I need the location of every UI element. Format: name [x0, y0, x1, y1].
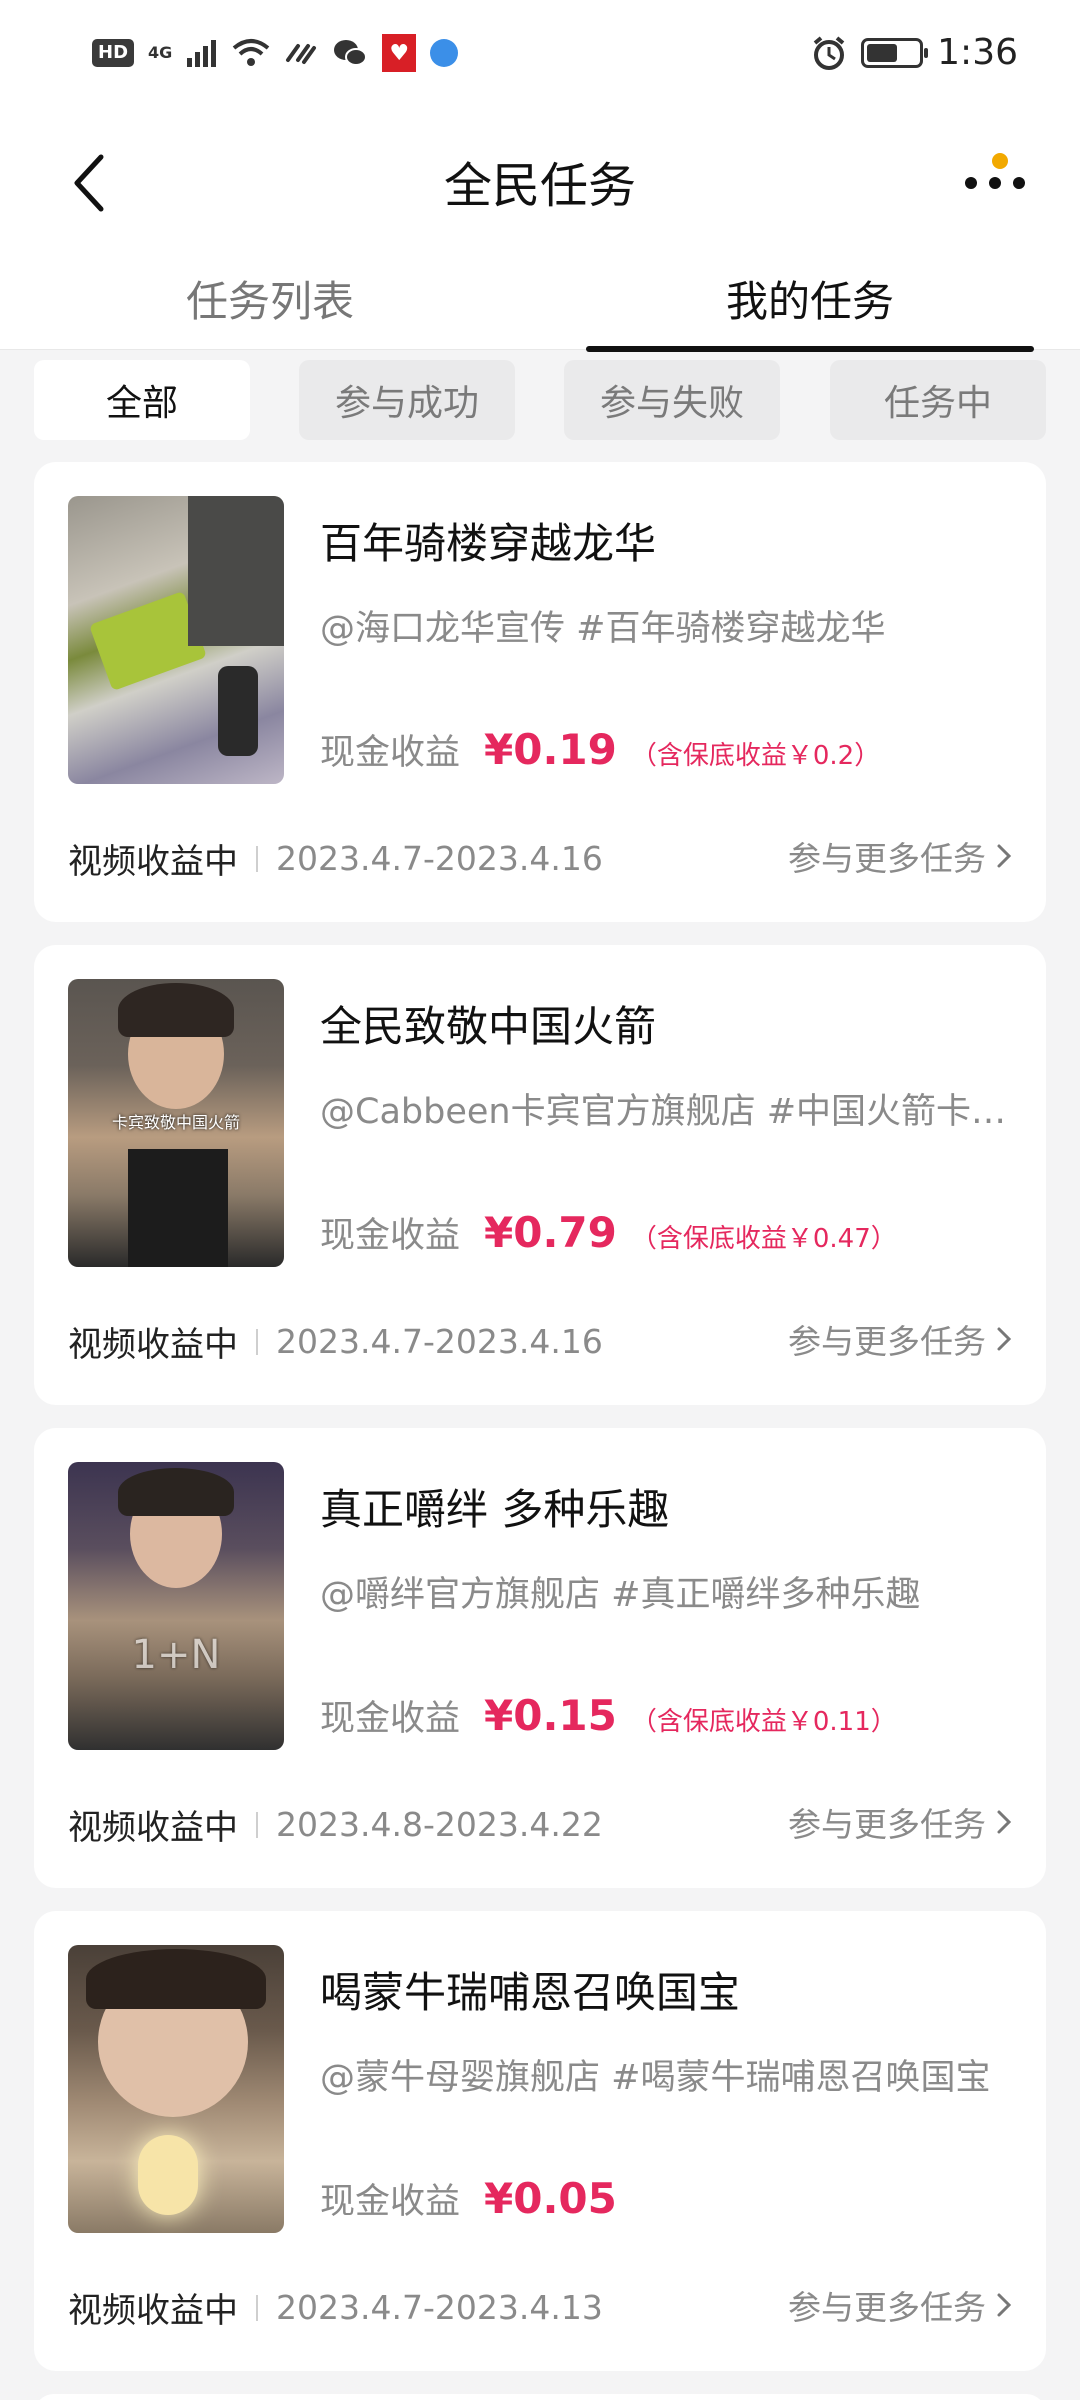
alarm-icon [813, 35, 845, 70]
status-bar: HD 4G ♥ 1:36 [0, 0, 1080, 110]
task-status: 视频收益中 [68, 1808, 238, 1848]
task-thumbnail[interactable] [68, 1945, 284, 2233]
more-options-button[interactable] [940, 148, 1050, 218]
more-tasks-link[interactable]: 参与更多任务 [788, 832, 1012, 880]
task-card[interactable]: 1+N 真正嚼绊 多种乐趣 @嚼绊官方旗舰店 #真正嚼绊多种乐趣 现金收益 ¥0… [34, 1428, 1046, 1888]
earnings-value: ¥0.15 [484, 1691, 617, 1740]
task-date-range: 2023.4.7-2023.4.16 [276, 839, 603, 878]
status-icons-left: HD 4G ♥ [92, 34, 459, 72]
chevron-right-icon [997, 1810, 1012, 1834]
signal-icon [187, 40, 217, 67]
app-notification-icon: ♥ [382, 34, 417, 72]
earnings-row: 现金收益 ¥0.05 [320, 2173, 631, 2224]
more-tasks-label: 参与更多任务 [788, 839, 986, 878]
task-thumbnail[interactable]: 卡宾致敬中国火箭 [68, 979, 284, 1267]
battery-level [867, 43, 898, 62]
task-title: 喝蒙牛瑞哺恩召唤国宝 [320, 1968, 741, 2017]
earnings-note: （含保底收益￥0.47） [630, 1224, 897, 1254]
task-status: 视频收益中 [68, 2291, 238, 2331]
task-date-range: 2023.4.8-2023.4.22 [276, 1805, 603, 1844]
browser-icon [430, 39, 459, 67]
battery-icon [861, 37, 929, 68]
divider [256, 1811, 258, 1838]
earnings-label: 现金收益 [320, 1216, 461, 1256]
task-card[interactable]: 百年骑楼穿越龙华 @海口龙华宣传 #百年骑楼穿越龙华 现金收益 ¥0.19 （含… [34, 462, 1046, 922]
page-title: 全民任务 [443, 158, 636, 214]
more-tasks-link[interactable]: 参与更多任务 [788, 1315, 1012, 1363]
clock: 1:36 [937, 32, 1018, 73]
filter-chips: 全部 参与成功 参与失败 任务中 [34, 360, 1046, 440]
earnings-label: 现金收益 [320, 1699, 461, 1739]
notification-dot [992, 153, 1008, 169]
link-icon [286, 44, 317, 64]
divider [256, 2294, 258, 2321]
earnings-note: （含保底收益￥0.11） [630, 1707, 897, 1737]
more-tasks-link[interactable]: 参与更多任务 [788, 2281, 1012, 2329]
earnings-label: 现金收益 [320, 733, 461, 773]
chevron-right-icon [997, 2293, 1012, 2317]
more-tasks-label: 参与更多任务 [788, 2288, 986, 2327]
task-card[interactable]: 喝蒙牛瑞哺恩召唤国宝 @蒙牛母婴旗舰店 #喝蒙牛瑞哺恩召唤国宝 现金收益 ¥0.… [34, 1911, 1046, 2371]
task-card-partial [34, 2394, 1046, 2400]
task-description: @Cabbeen卡宾官方旗舰店 #中国火箭卡宾致敬中国火箭 [320, 1092, 1020, 1132]
divider [256, 1328, 258, 1355]
task-description: @海口龙华宣传 #百年骑楼穿越龙华 [320, 609, 886, 649]
thumbnail-caption: 1+N [131, 1632, 221, 1678]
chevron-right-icon [997, 1327, 1012, 1351]
earnings-value: ¥0.05 [484, 2174, 617, 2223]
task-status: 视频收益中 [68, 842, 238, 882]
filter-success[interactable]: 参与成功 [299, 360, 515, 440]
earnings-row: 现金收益 ¥0.15 （含保底收益￥0.11） [320, 1690, 897, 1741]
active-tab-indicator [586, 346, 1034, 352]
status-row: 视频收益中 2023.4.8-2023.4.22 [68, 1800, 603, 1849]
status-row: 视频收益中 2023.4.7-2023.4.16 [68, 1317, 603, 1366]
tab-task-list[interactable]: 任务列表 [0, 268, 540, 329]
main-tabs: 任务列表 我的任务 [0, 250, 1080, 352]
task-description: @嚼绊官方旗舰店 #真正嚼绊多种乐趣 [320, 1575, 921, 1615]
task-title: 百年骑楼穿越龙华 [320, 519, 657, 568]
wifi-icon [233, 39, 270, 66]
earnings-note: （含保底收益￥0.2） [630, 741, 881, 771]
task-date-range: 2023.4.7-2023.4.16 [276, 1322, 603, 1361]
filter-in-progress[interactable]: 任务中 [830, 360, 1046, 440]
task-title: 全民致敬中国火箭 [320, 1002, 657, 1051]
task-description: @蒙牛母婴旗舰店 #喝蒙牛瑞哺恩召唤国宝 [320, 2058, 991, 2098]
tab-my-tasks[interactable]: 我的任务 [540, 268, 1080, 329]
filter-all[interactable]: 全部 [34, 360, 250, 440]
chevron-right-icon [997, 844, 1012, 868]
earnings-row: 现金收益 ¥0.79 （含保底收益￥0.47） [320, 1207, 897, 1258]
network-type: 4G [148, 43, 173, 62]
hd-indicator: HD [92, 39, 135, 67]
earnings-label: 现金收益 [320, 2182, 461, 2222]
filter-failed[interactable]: 参与失败 [564, 360, 780, 440]
task-card[interactable]: 卡宾致敬中国火箭 全民致敬中国火箭 @Cabbeen卡宾官方旗舰店 #中国火箭卡… [34, 945, 1046, 1405]
more-tasks-link[interactable]: 参与更多任务 [788, 1798, 1012, 1846]
task-status: 视频收益中 [68, 1325, 238, 1365]
status-row: 视频收益中 2023.4.7-2023.4.16 [68, 834, 603, 883]
more-tasks-label: 参与更多任务 [788, 1805, 986, 1844]
task-thumbnail[interactable] [68, 496, 284, 784]
more-dots-icon [965, 177, 1025, 189]
task-date-range: 2023.4.7-2023.4.13 [276, 2288, 603, 2327]
task-title: 真正嚼绊 多种乐趣 [320, 1485, 670, 1534]
more-tasks-label: 参与更多任务 [788, 1322, 986, 1361]
title-bar: 全民任务 [0, 120, 1080, 240]
wechat-icon [334, 40, 368, 66]
status-row: 视频收益中 2023.4.7-2023.4.13 [68, 2283, 603, 2332]
task-thumbnail[interactable]: 1+N [68, 1462, 284, 1750]
earnings-row: 现金收益 ¥0.19 （含保底收益￥0.2） [320, 724, 880, 775]
status-icons-right: 1:36 [811, 32, 1018, 73]
earnings-value: ¥0.79 [484, 1208, 617, 1257]
thumbnail-caption: 卡宾致敬中国火箭 [111, 1113, 240, 1132]
divider [256, 845, 258, 872]
earnings-value: ¥0.19 [484, 725, 617, 774]
